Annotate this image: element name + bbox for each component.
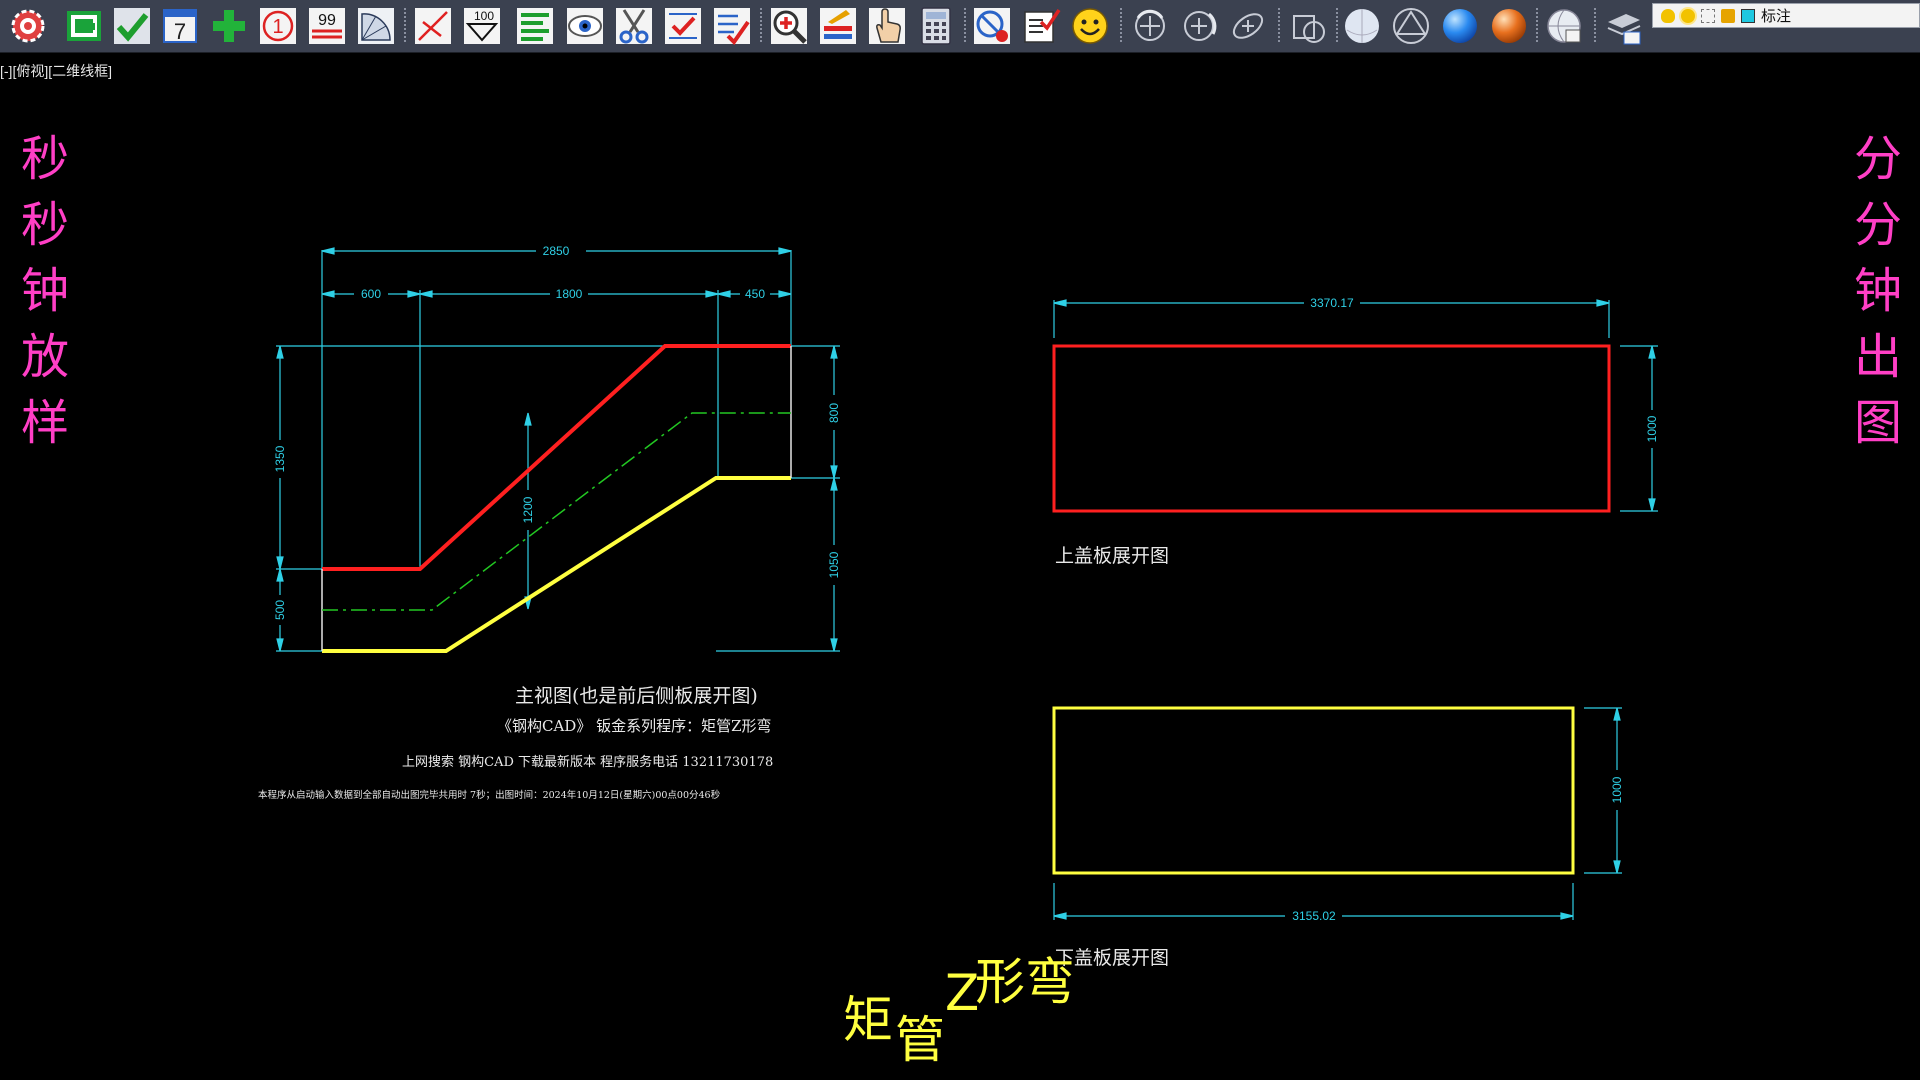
front-view-caption: 主视图(也是前后侧板展开图) (515, 685, 758, 707)
front-view-search-line: 上网搜索 钢构CAD 下载最新版本 程序服务电话 13211730178 (402, 755, 774, 770)
checkmark-icon[interactable] (110, 4, 154, 48)
top-panel-dimensions (1053, 299, 1658, 512)
right-banner-char: 分 (1853, 197, 1902, 253)
number-one-icon[interactable]: 1 (256, 4, 300, 48)
top-panel-caption: 上盖板展开图 (1055, 545, 1170, 567)
sphere-orange-icon[interactable] (1487, 4, 1531, 48)
sphere-hidden-icon[interactable] (1389, 4, 1433, 48)
sphere-wire-icon[interactable] (1340, 4, 1384, 48)
toolbar-separator (1120, 8, 1122, 44)
eye-icon[interactable] (563, 4, 607, 48)
toolbar: 7 1 99 100 标注 (0, 0, 1920, 53)
toolbar-separator (760, 8, 762, 44)
right-banner-char: 钟 (1853, 263, 1902, 319)
top-panel-width: 3370.17 (1310, 296, 1354, 310)
layer-name: 标注 (1761, 8, 1792, 25)
dim-800: 800 (827, 403, 841, 423)
checklist-icon[interactable] (1019, 4, 1063, 48)
hand-pointer-icon[interactable] (865, 4, 909, 48)
right-banner-char: 出 (1853, 329, 1902, 385)
toolbar-separator (1594, 8, 1596, 44)
front-view-timing-line: 本程序从启动输入数据到全部自动出图完毕共用时 7秒；出图时间：2024年10月1… (258, 790, 721, 801)
left-banner-char: 秒 (20, 197, 69, 253)
region-icon[interactable] (1286, 4, 1330, 48)
number-99-text: 99 (318, 12, 336, 29)
left-banner-char: 秒 (20, 131, 69, 187)
settings-gear-icon[interactable] (6, 4, 50, 48)
title-word: 形弯 (975, 953, 1075, 1011)
bottom-panel-width: 3155.02 (1292, 909, 1336, 923)
dimension-down-text: 100 (474, 9, 494, 23)
toolbar-separator (404, 8, 406, 44)
layer-color-swatch[interactable] (1741, 8, 1755, 23)
dim-1350: 1350 (273, 445, 287, 472)
front-view-top-edge (322, 344, 791, 571)
dim-1800: 1800 (556, 287, 583, 301)
angle-mark-icon[interactable] (411, 4, 455, 48)
list-lines-icon[interactable] (513, 4, 557, 48)
layer-stack-icon[interactable] (1602, 4, 1646, 48)
title-word: 管 (895, 1011, 945, 1069)
check-arrows-icon[interactable] (661, 4, 705, 48)
lock-open-icon[interactable] (1721, 8, 1735, 23)
left-banner-char: 放 (20, 329, 69, 385)
dim-1200: 1200 (521, 496, 535, 523)
calendar-digit: 7 (174, 19, 186, 44)
front-view-subtitle: 《钢构CAD》 钣金系列程序：矩管Z形弯 (497, 717, 772, 735)
edit-list-icon[interactable] (710, 4, 754, 48)
sphere-blue-icon[interactable] (1438, 4, 1482, 48)
layer-dropdown[interactable]: 标注 (1652, 3, 1920, 28)
layer-edit-icon[interactable] (816, 4, 860, 48)
dim-2850: 2850 (543, 244, 570, 258)
record-icon[interactable] (970, 4, 1014, 48)
bulb-on-icon[interactable] (1661, 8, 1675, 23)
dim-500: 500 (273, 600, 287, 620)
right-banner-char: 分 (1853, 131, 1902, 187)
smiley-icon[interactable] (1068, 4, 1112, 48)
left-banner-char: 样 (20, 395, 69, 451)
bottom-panel-dimensions (1053, 707, 1622, 920)
front-view-dimensions (276, 247, 840, 652)
orbit-icon[interactable] (1128, 4, 1172, 48)
zoom-in-icon[interactable] (767, 4, 811, 48)
calculator-icon[interactable] (914, 4, 958, 48)
bottom-cover-panel (1052, 706, 1575, 875)
toolbar-separator (1336, 8, 1338, 44)
toolbar-separator (1536, 8, 1538, 44)
right-banner-char: 图 (1853, 395, 1902, 451)
calendar-7-icon[interactable]: 7 (158, 4, 202, 48)
number-one-text: 1 (272, 16, 283, 38)
sun-icon[interactable] (1681, 8, 1695, 23)
free-orbit-icon[interactable] (1177, 4, 1221, 48)
top-panel-height: 1000 (1645, 415, 1659, 442)
front-view-bottom-edge (322, 476, 791, 653)
top-cover-panel (1052, 344, 1611, 513)
front-view-dim-labels: 2850 600 1800 450 1350 500 800 1050 1200 (273, 244, 841, 620)
scissors-icon[interactable] (612, 4, 656, 48)
number-99-icon[interactable]: 99 (305, 4, 349, 48)
dim-1050: 1050 (827, 551, 841, 578)
green-plus-icon[interactable] (207, 4, 251, 48)
bottom-panel-height: 1000 (1610, 776, 1624, 803)
viewport-freeze-icon[interactable] (1701, 8, 1715, 23)
toolbar-separator (964, 8, 966, 44)
dim-600: 600 (361, 287, 381, 301)
drawing-canvas: 2850 600 1800 450 1350 500 800 1050 1200… (273, 244, 1659, 923)
left-banner-char: 钟 (20, 263, 69, 319)
dimension-down-icon[interactable]: 100 (460, 4, 504, 48)
continuous-orbit-icon[interactable] (1226, 4, 1270, 48)
fan-sector-icon[interactable] (354, 4, 398, 48)
toolbar-separator (1278, 8, 1280, 44)
sphere-render-icon[interactable] (1542, 4, 1586, 48)
profile-frame-icon[interactable] (62, 4, 106, 48)
right-banner: 分 分 钟 出 图 (1848, 126, 1908, 456)
title-word: 矩 (843, 991, 893, 1049)
left-banner: 秒 秒 钟 放 样 (15, 126, 75, 456)
dim-450: 450 (745, 287, 765, 301)
